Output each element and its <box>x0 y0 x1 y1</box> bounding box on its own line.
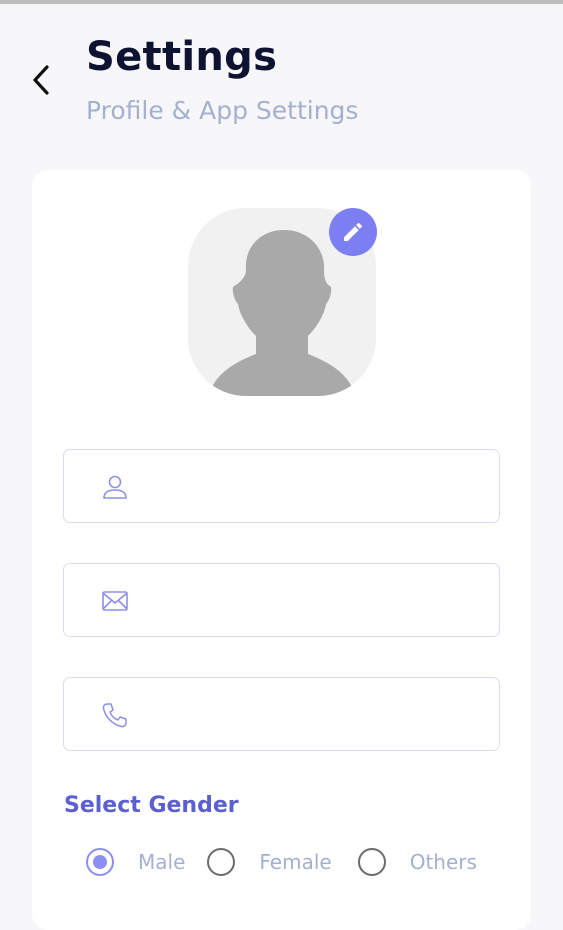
radio-label-male: Male <box>138 850 186 874</box>
radio-button-male[interactable] <box>86 848 114 876</box>
mail-icon <box>100 586 130 616</box>
top-divider <box>0 0 563 4</box>
chevron-left-icon <box>33 65 49 95</box>
edit-avatar-button[interactable] <box>329 208 377 256</box>
name-field <box>63 449 500 523</box>
profile-avatar-container <box>188 208 377 396</box>
page-title: Settings <box>86 34 278 80</box>
email-field <box>63 563 500 637</box>
back-button[interactable] <box>26 62 56 98</box>
name-input[interactable] <box>150 450 480 522</box>
gender-label: Select Gender <box>64 793 239 818</box>
radio-button-others[interactable] <box>357 848 386 876</box>
gender-option-male[interactable]: Male <box>86 848 207 876</box>
radio-label-female: Female <box>259 850 332 874</box>
phone-input[interactable] <box>150 678 480 750</box>
pencil-icon <box>344 222 363 241</box>
user-icon <box>100 472 130 502</box>
gender-option-female[interactable]: Female <box>207 848 357 876</box>
phone-icon <box>100 700 130 730</box>
radio-button-female[interactable] <box>207 848 236 876</box>
phone-field <box>63 677 500 751</box>
radio-label-others: Others <box>409 850 477 874</box>
page-subtitle: Profile & App Settings <box>86 96 359 125</box>
gender-radio-group: Male Female Others <box>86 846 506 878</box>
email-input[interactable] <box>150 564 480 636</box>
gender-option-others[interactable]: Others <box>357 848 477 876</box>
